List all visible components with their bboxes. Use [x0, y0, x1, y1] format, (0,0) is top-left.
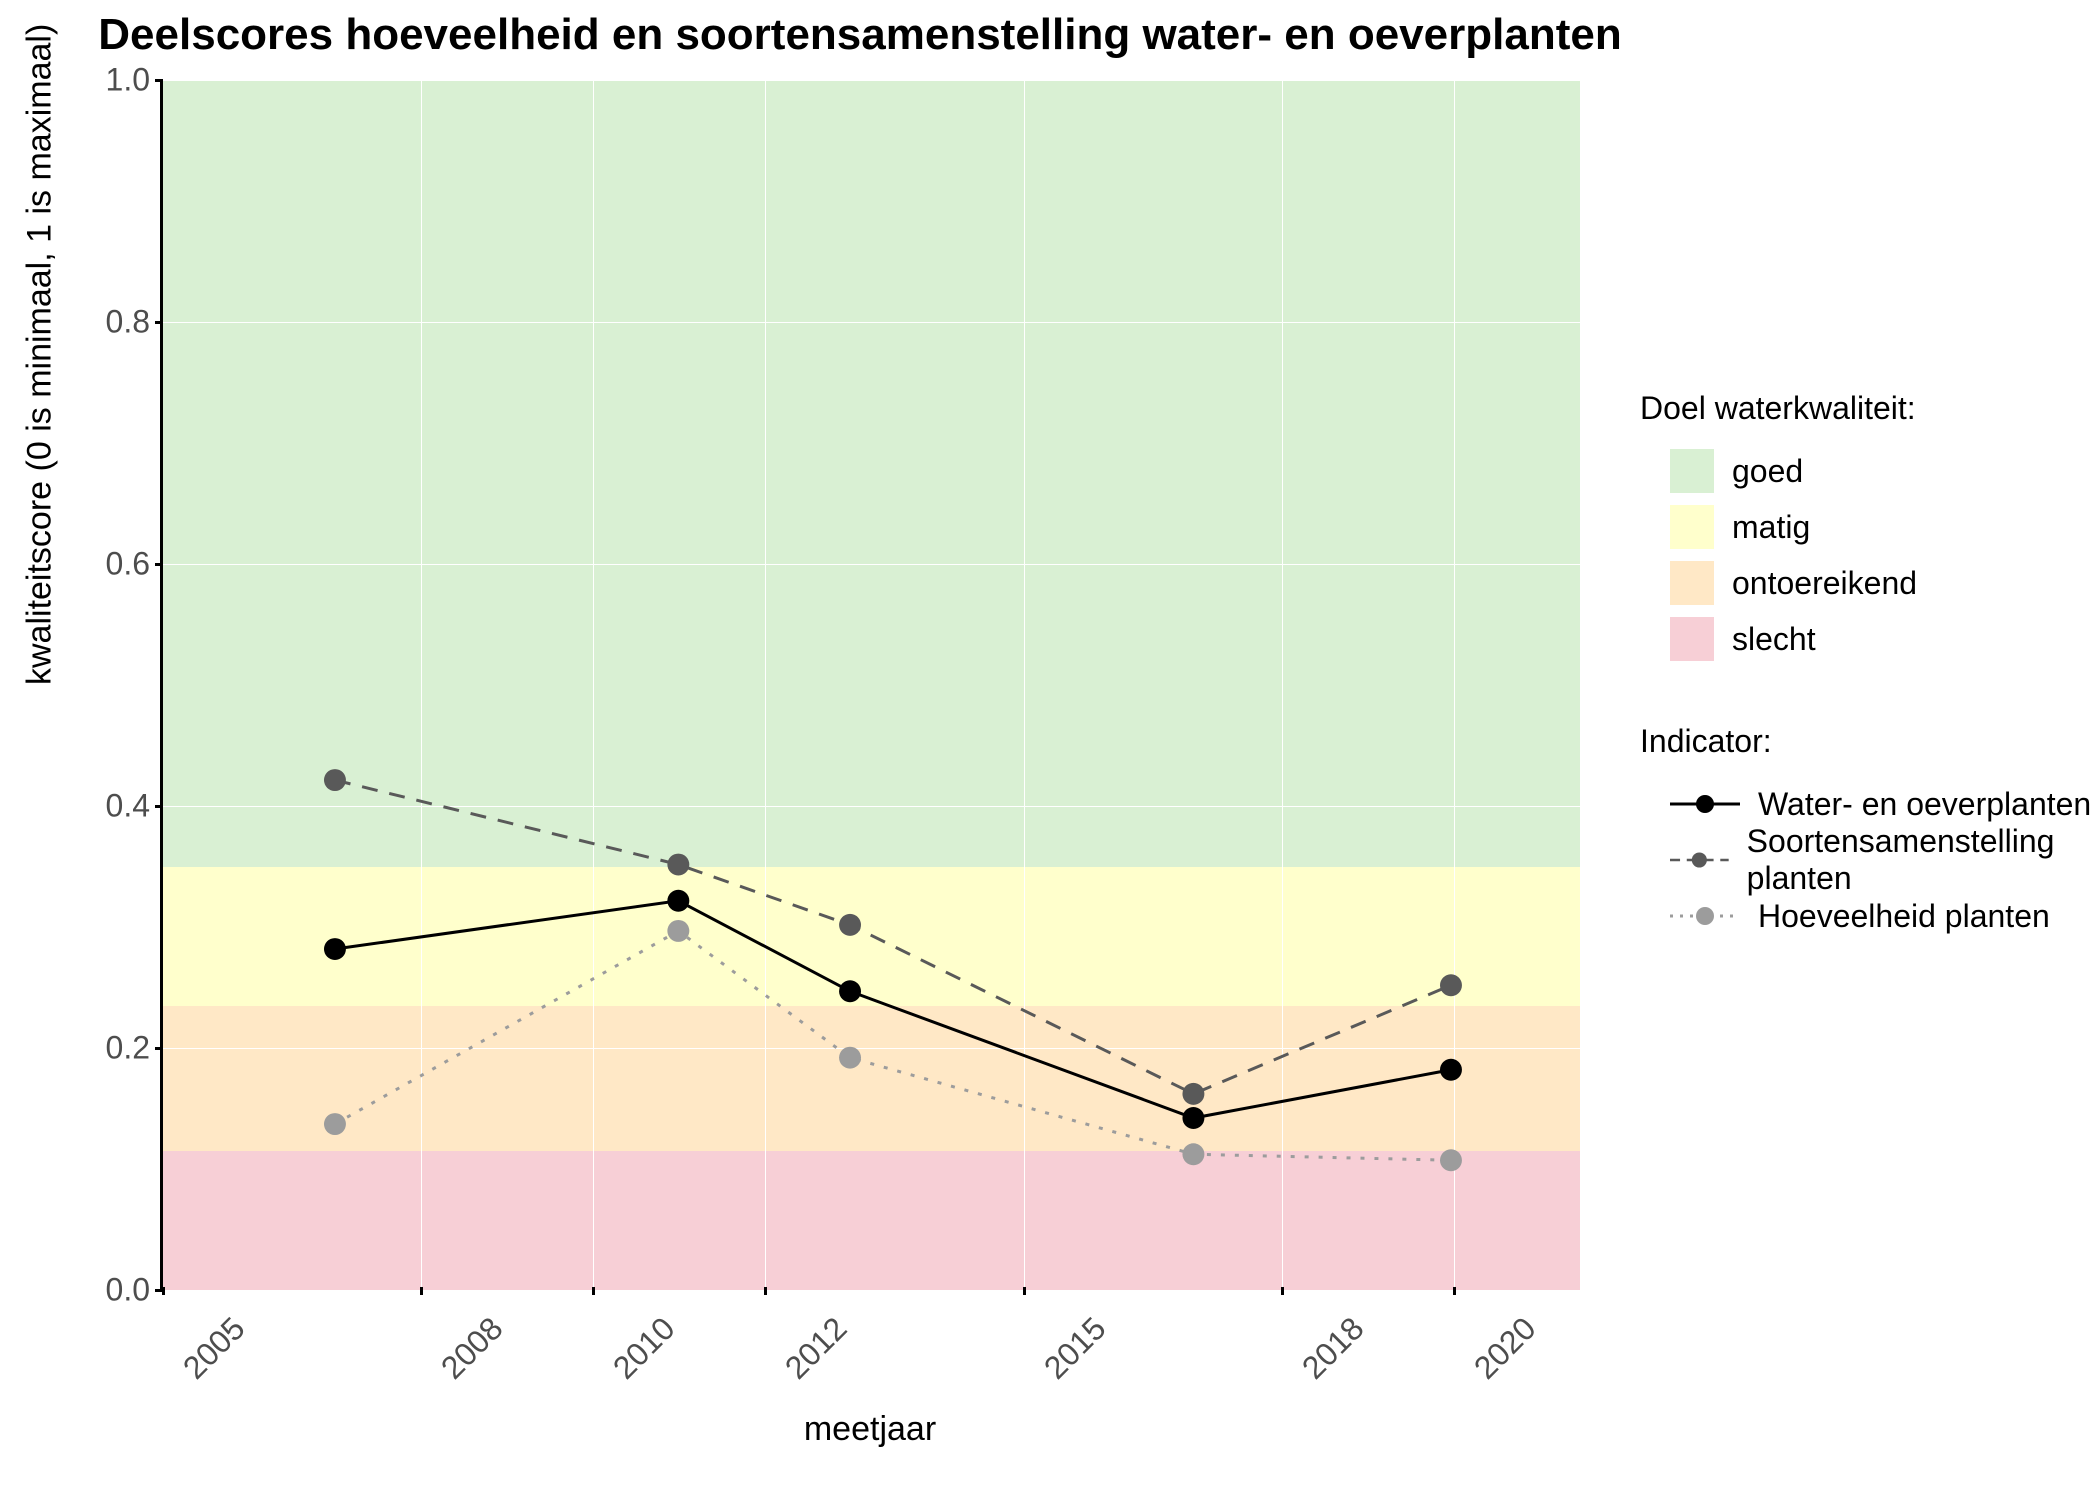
legend-swatch: [1670, 561, 1714, 605]
legend-series-items: Water- en oeverplantenSoortensamenstelli…: [1670, 780, 2100, 940]
legend-item-series: Water- en oeverplanten: [1670, 780, 2100, 828]
x-tick-label: 2018: [1295, 1310, 1372, 1387]
legend-item-series: Hoeveelheid planten: [1670, 892, 2100, 940]
data-point: [324, 938, 346, 960]
x-tick-label: 2020: [1467, 1310, 1544, 1387]
y-tick: [155, 805, 163, 808]
data-point: [1440, 1149, 1462, 1171]
y-tick-label: 0.8: [50, 304, 150, 341]
x-tick: [1281, 1287, 1284, 1295]
series-line: [335, 780, 1451, 1094]
x-tick: [592, 1287, 595, 1295]
data-point: [324, 769, 346, 791]
data-point: [324, 1113, 346, 1135]
legend-band-title: Doel waterkwaliteit:: [1640, 390, 2100, 427]
data-point: [1182, 1083, 1204, 1105]
data-point: [839, 980, 861, 1002]
series-line: [335, 901, 1451, 1118]
y-tick: [155, 563, 163, 566]
legend-label: slecht: [1732, 621, 1816, 658]
line-layer: [163, 80, 1580, 1287]
chart-title: Deelscores hoeveelheid en soortensamenst…: [0, 10, 1720, 60]
data-point: [839, 1047, 861, 1069]
y-axis-title: kwaliteitscore (0 is minimaal, 1 is maxi…: [21, 24, 60, 685]
legend-item-slecht: slecht: [1670, 615, 2100, 663]
y-tick: [155, 79, 163, 82]
legend-line-sample: [1670, 900, 1740, 932]
legend-series-title: Indicator:: [1640, 723, 2100, 760]
chart-container: Deelscores hoeveelheid en soortensamenst…: [0, 0, 2100, 1500]
legend-item-ontoereikend: ontoereikend: [1670, 559, 2100, 607]
x-tick-label: 2008: [434, 1310, 511, 1387]
x-axis-title: meetjaar: [160, 1410, 1580, 1449]
legend-swatch: [1670, 449, 1714, 493]
data-point: [667, 890, 689, 912]
x-tick: [764, 1287, 767, 1295]
x-tick-label: 2005: [176, 1310, 253, 1387]
legend-item-goed: goed: [1670, 447, 2100, 495]
data-point: [1182, 1143, 1204, 1165]
data-point: [1182, 1107, 1204, 1129]
series-line: [335, 931, 1451, 1160]
plot-area: [160, 80, 1580, 1290]
x-tick-label: 2015: [1036, 1310, 1113, 1387]
y-tick-label: 0.4: [50, 788, 150, 825]
data-point: [667, 854, 689, 876]
data-point: [1440, 974, 1462, 996]
y-tick-label: 0.2: [50, 1030, 150, 1067]
x-tick: [1023, 1287, 1026, 1295]
data-point: [839, 914, 861, 936]
legend-label: matig: [1732, 509, 1810, 546]
legend-label: Water- en oeverplanten: [1758, 786, 2091, 823]
data-point: [1440, 1059, 1462, 1081]
x-tick: [420, 1287, 423, 1295]
y-tick-label: 0.6: [50, 546, 150, 583]
y-tick-label: 0.0: [50, 1272, 150, 1309]
legend-item-series: Soortensamenstelling planten: [1670, 836, 2100, 884]
legend-item-matig: matig: [1670, 503, 2100, 551]
y-tick: [155, 1047, 163, 1050]
x-tick: [1453, 1287, 1456, 1295]
legend-line-sample: [1670, 788, 1740, 820]
y-tick: [155, 321, 163, 324]
y-tick-label: 1.0: [50, 62, 150, 99]
legend-label: Hoeveelheid planten: [1758, 898, 2050, 935]
x-tick-label: 2010: [606, 1310, 683, 1387]
legend-band-items: goed matig ontoereikend slecht: [1670, 447, 2100, 663]
legend-swatch: [1670, 505, 1714, 549]
legend: Doel waterkwaliteit: goed matig ontoereike…: [1640, 390, 2100, 1000]
data-point: [667, 920, 689, 942]
x-tick: [162, 1287, 165, 1295]
legend-label: ontoereikend: [1732, 565, 1917, 602]
legend-label: Soortensamenstelling planten: [1747, 823, 2100, 897]
legend-swatch: [1670, 617, 1714, 661]
legend-line-sample: [1670, 844, 1729, 876]
legend-label: goed: [1732, 453, 1803, 490]
x-tick-label: 2012: [778, 1310, 855, 1387]
